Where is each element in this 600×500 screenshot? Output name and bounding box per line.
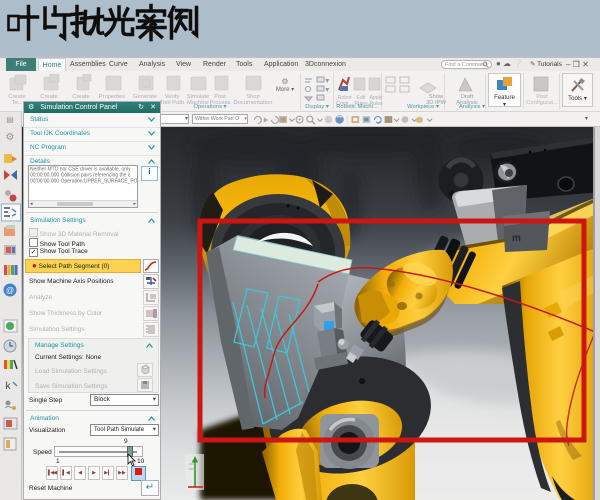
svg-text:m: m <box>512 233 521 244</box>
svg-text:▤: ▤ <box>6 115 14 124</box>
svg-text:@: @ <box>6 286 14 295</box>
svg-text:▾: ▾ <box>326 87 329 93</box>
svg-text:⚙: ⚙ <box>6 132 15 143</box>
svg-text:k: k <box>6 381 12 392</box>
svg-text:▾: ▾ <box>326 78 329 84</box>
